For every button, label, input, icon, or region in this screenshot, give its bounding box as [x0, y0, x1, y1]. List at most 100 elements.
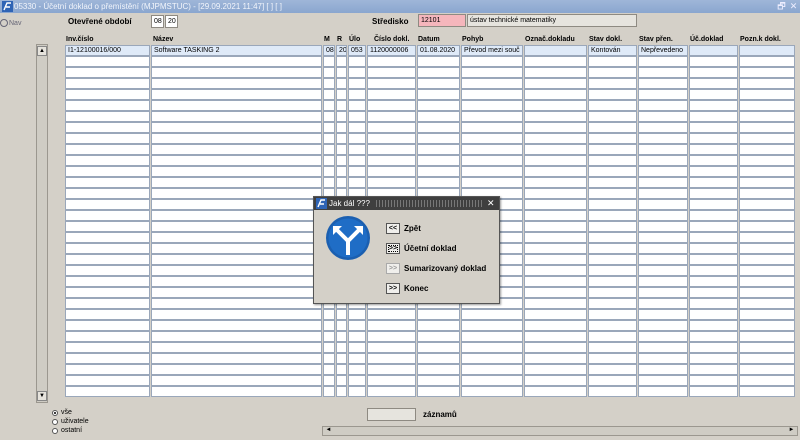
table-cell-r[interactable]: [336, 144, 347, 155]
scroll-right-icon[interactable]: ►: [787, 426, 796, 436]
table-cell-datum[interactable]: [417, 78, 460, 89]
table-cell-uc-doklad[interactable]: [689, 375, 738, 386]
table-cell-inv-cislo[interactable]: [65, 56, 150, 67]
table-cell-oznac-dokladu[interactable]: [524, 210, 587, 221]
table-cell-oznac-dokladu[interactable]: [524, 199, 587, 210]
table-cell-m[interactable]: [323, 67, 335, 78]
table-cell-ulo[interactable]: [348, 67, 366, 78]
table-cell-pozn-k-dokl[interactable]: [739, 155, 795, 166]
table-cell-pohyb[interactable]: [461, 56, 523, 67]
table-cell-m[interactable]: [323, 100, 335, 111]
table-cell-stav-dokl[interactable]: [588, 111, 637, 122]
table-cell-ulo[interactable]: [348, 309, 366, 320]
table-cell-datum[interactable]: [417, 89, 460, 100]
table-cell-inv-cislo[interactable]: [65, 364, 150, 375]
table-cell-oznac-dokladu[interactable]: [524, 155, 587, 166]
table-cell-cislo-dokl[interactable]: [367, 122, 416, 133]
table-cell-uc-doklad[interactable]: [689, 254, 738, 265]
table-cell-ulo[interactable]: [348, 166, 366, 177]
table-cell-uc-doklad[interactable]: [689, 287, 738, 298]
table-cell-m[interactable]: [323, 353, 335, 364]
table-cell-oznac-dokladu[interactable]: [524, 111, 587, 122]
table-cell-pohyb[interactable]: [461, 78, 523, 89]
table-cell-inv-cislo[interactable]: [65, 375, 150, 386]
table-cell-inv-cislo[interactable]: [65, 265, 150, 276]
table-cell-oznac-dokladu[interactable]: [524, 122, 587, 133]
table-cell-inv-cislo[interactable]: [65, 111, 150, 122]
table-cell-inv-cislo[interactable]: [65, 232, 150, 243]
table-cell-stav-pren[interactable]: [638, 386, 688, 397]
table-cell-stav-pren[interactable]: [638, 375, 688, 386]
table-cell-r[interactable]: [336, 364, 347, 375]
table-cell-ulo[interactable]: [348, 386, 366, 397]
table-cell-cislo-dokl[interactable]: [367, 78, 416, 89]
table-cell-m[interactable]: [323, 166, 335, 177]
table-cell-ulo[interactable]: [348, 375, 366, 386]
table-cell-r[interactable]: [336, 78, 347, 89]
table-cell-uc-doklad[interactable]: [689, 188, 738, 199]
table-cell-nazev[interactable]: [151, 320, 322, 331]
table-cell-stav-pren[interactable]: [638, 276, 688, 287]
table-cell-stav-dokl[interactable]: [588, 386, 637, 397]
table-cell-uc-doklad[interactable]: [689, 276, 738, 287]
table-cell-oznac-dokladu[interactable]: [524, 243, 587, 254]
table-cell-stav-dokl[interactable]: [588, 133, 637, 144]
table-cell-stav-pren[interactable]: [638, 221, 688, 232]
table-cell-pozn-k-dokl[interactable]: [739, 78, 795, 89]
table-cell-stav-pren[interactable]: [638, 353, 688, 364]
table-cell-pozn-k-dokl[interactable]: [739, 177, 795, 188]
table-cell-m[interactable]: [323, 342, 335, 353]
table-cell-oznac-dokladu[interactable]: [524, 287, 587, 298]
table-cell-inv-cislo[interactable]: [65, 298, 150, 309]
table-cell-inv-cislo[interactable]: [65, 122, 150, 133]
table-cell-stav-pren[interactable]: [638, 122, 688, 133]
table-cell-stav-pren[interactable]: [638, 111, 688, 122]
table-cell-datum[interactable]: [417, 364, 460, 375]
table-cell-uc-doklad[interactable]: [689, 100, 738, 111]
table-cell-nazev[interactable]: [151, 254, 322, 265]
table-cell-cislo-dokl[interactable]: [367, 331, 416, 342]
table-cell-pozn-k-dokl[interactable]: [739, 386, 795, 397]
table-cell-inv-cislo[interactable]: [65, 89, 150, 100]
table-cell-stav-dokl[interactable]: [588, 353, 637, 364]
table-cell-uc-doklad[interactable]: [689, 89, 738, 100]
table-cell-pozn-k-dokl[interactable]: [739, 243, 795, 254]
table-cell-stav-dokl[interactable]: [588, 199, 637, 210]
table-cell-m[interactable]: [323, 111, 335, 122]
end-button[interactable]: >>: [386, 283, 400, 294]
table-cell-uc-doklad[interactable]: [689, 133, 738, 144]
table-cell-stav-pren[interactable]: [638, 56, 688, 67]
table-cell-nazev[interactable]: [151, 221, 322, 232]
table-cell-stav-dokl[interactable]: [588, 166, 637, 177]
table-cell-pozn-k-dokl[interactable]: [739, 144, 795, 155]
table-cell-inv-cislo[interactable]: [65, 133, 150, 144]
table-cell-stav-dokl[interactable]: [588, 89, 637, 100]
table-cell-stav-dokl[interactable]: [588, 287, 637, 298]
table-cell-stav-dokl[interactable]: [588, 155, 637, 166]
table-cell-ulo[interactable]: [348, 320, 366, 331]
table-cell-cislo-dokl[interactable]: [367, 386, 416, 397]
table-cell-r[interactable]: [336, 67, 347, 78]
table-cell-r[interactable]: [336, 166, 347, 177]
table-cell-inv-cislo[interactable]: [65, 177, 150, 188]
table-cell-stav-dokl[interactable]: [588, 210, 637, 221]
table-cell-uc-doklad[interactable]: [689, 265, 738, 276]
table-cell-ulo[interactable]: [348, 56, 366, 67]
table-cell-stav-dokl[interactable]: [588, 276, 637, 287]
table-cell-oznac-dokladu[interactable]: [524, 232, 587, 243]
table-cell-m[interactable]: [323, 386, 335, 397]
table-cell-uc-doklad[interactable]: [689, 243, 738, 254]
table-cell-stav-pren[interactable]: [638, 133, 688, 144]
table-cell-pozn-k-dokl[interactable]: [739, 232, 795, 243]
table-cell-uc-doklad[interactable]: [689, 364, 738, 375]
table-cell-uc-doklad[interactable]: [689, 166, 738, 177]
table-cell-stav-pren[interactable]: [638, 298, 688, 309]
table-cell-stav-pren[interactable]: Nepřevedeno: [638, 45, 688, 56]
table-cell-pozn-k-dokl[interactable]: [739, 320, 795, 331]
table-cell-stav-dokl[interactable]: Kontován: [588, 45, 637, 56]
table-cell-uc-doklad[interactable]: [689, 78, 738, 89]
table-cell-datum[interactable]: [417, 353, 460, 364]
table-cell-r[interactable]: [336, 331, 347, 342]
table-cell-oznac-dokladu[interactable]: [524, 364, 587, 375]
table-cell-inv-cislo[interactable]: [65, 78, 150, 89]
